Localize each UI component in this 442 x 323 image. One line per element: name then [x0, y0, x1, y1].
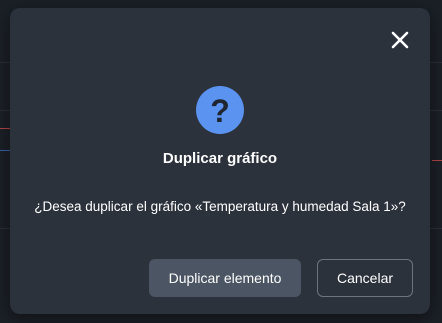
dialog-title: Duplicar gráfico: [162, 150, 278, 167]
question-icon: ?: [196, 86, 244, 134]
cancel-button-label: Cancelar: [336, 270, 394, 286]
duplicate-element-button-label: Duplicar elemento: [168, 270, 282, 286]
duplicate-chart-dialog: ? Duplicar gráfico ¿Desea duplicar el gr…: [10, 8, 430, 314]
cancel-button[interactable]: Cancelar: [317, 259, 413, 297]
duplicate-element-button[interactable]: Duplicar elemento: [149, 259, 301, 297]
close-button[interactable]: [388, 28, 412, 52]
close-icon: [391, 31, 409, 49]
dialog-message: ¿Desea duplicar el gráfico «Temperatura …: [34, 199, 406, 214]
background-series-line: [432, 160, 442, 161]
question-icon-glyph: ?: [210, 92, 230, 129]
